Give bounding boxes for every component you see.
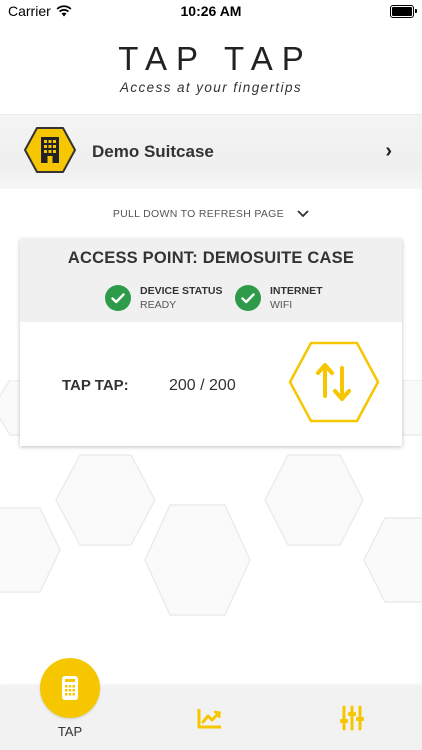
tab-tap[interactable] [40,658,100,718]
internet-status-label: INTERNET [270,285,323,297]
status-time: 10:26 AM [180,3,242,19]
check-circle-icon [105,285,131,311]
site-name: Demo Suitcase [92,142,214,161]
device-status: DEVICE STATUS READY [105,285,225,311]
internet-status: INTERNET WIFI [235,285,355,311]
building-icon [24,127,76,173]
brand-header: TAP TAP Access at your fingertips [0,40,422,95]
access-point-card: ACCESS POINT: DEMOSUITE CASE DEVICE STAT… [20,239,402,446]
sliders-icon [340,705,364,731]
keypad-icon [62,676,78,700]
status-row: DEVICE STATUS READY INTERNET WIFI [105,285,355,311]
tab-settings[interactable] [322,686,382,750]
tab-tap-label[interactable]: TAP [40,724,100,739]
internet-status-value: WIFI [270,299,293,311]
battery-icon [390,5,417,18]
check-circle-icon [235,285,261,311]
device-status-label: DEVICE STATUS [140,285,223,297]
app-tagline: Access at your fingertips [119,80,303,95]
access-point-title: ACCESS POINT: DEMOSUITE CASE [67,249,355,267]
device-status-value: READY [140,299,177,311]
refresh-hint-text: PULL DOWN TO REFRESH PAGE [112,208,284,220]
site-selector-row[interactable]: Demo Suitcase › [0,114,422,189]
chevron-right-icon: › [385,140,392,162]
sync-button[interactable] [287,340,381,424]
tap-count-label: TAP TAP: [62,377,129,394]
chart-icon [197,709,221,729]
chevron-down-icon [297,210,309,218]
tab-statistics[interactable] [180,686,240,750]
app-logo-title: TAP TAP [118,40,313,77]
tap-count-value: 200 / 200 [169,377,236,394]
pull-to-refresh-hint: PULL DOWN TO REFRESH PAGE [0,208,422,220]
status-bar: Carrier 10:26 AM [0,0,422,24]
